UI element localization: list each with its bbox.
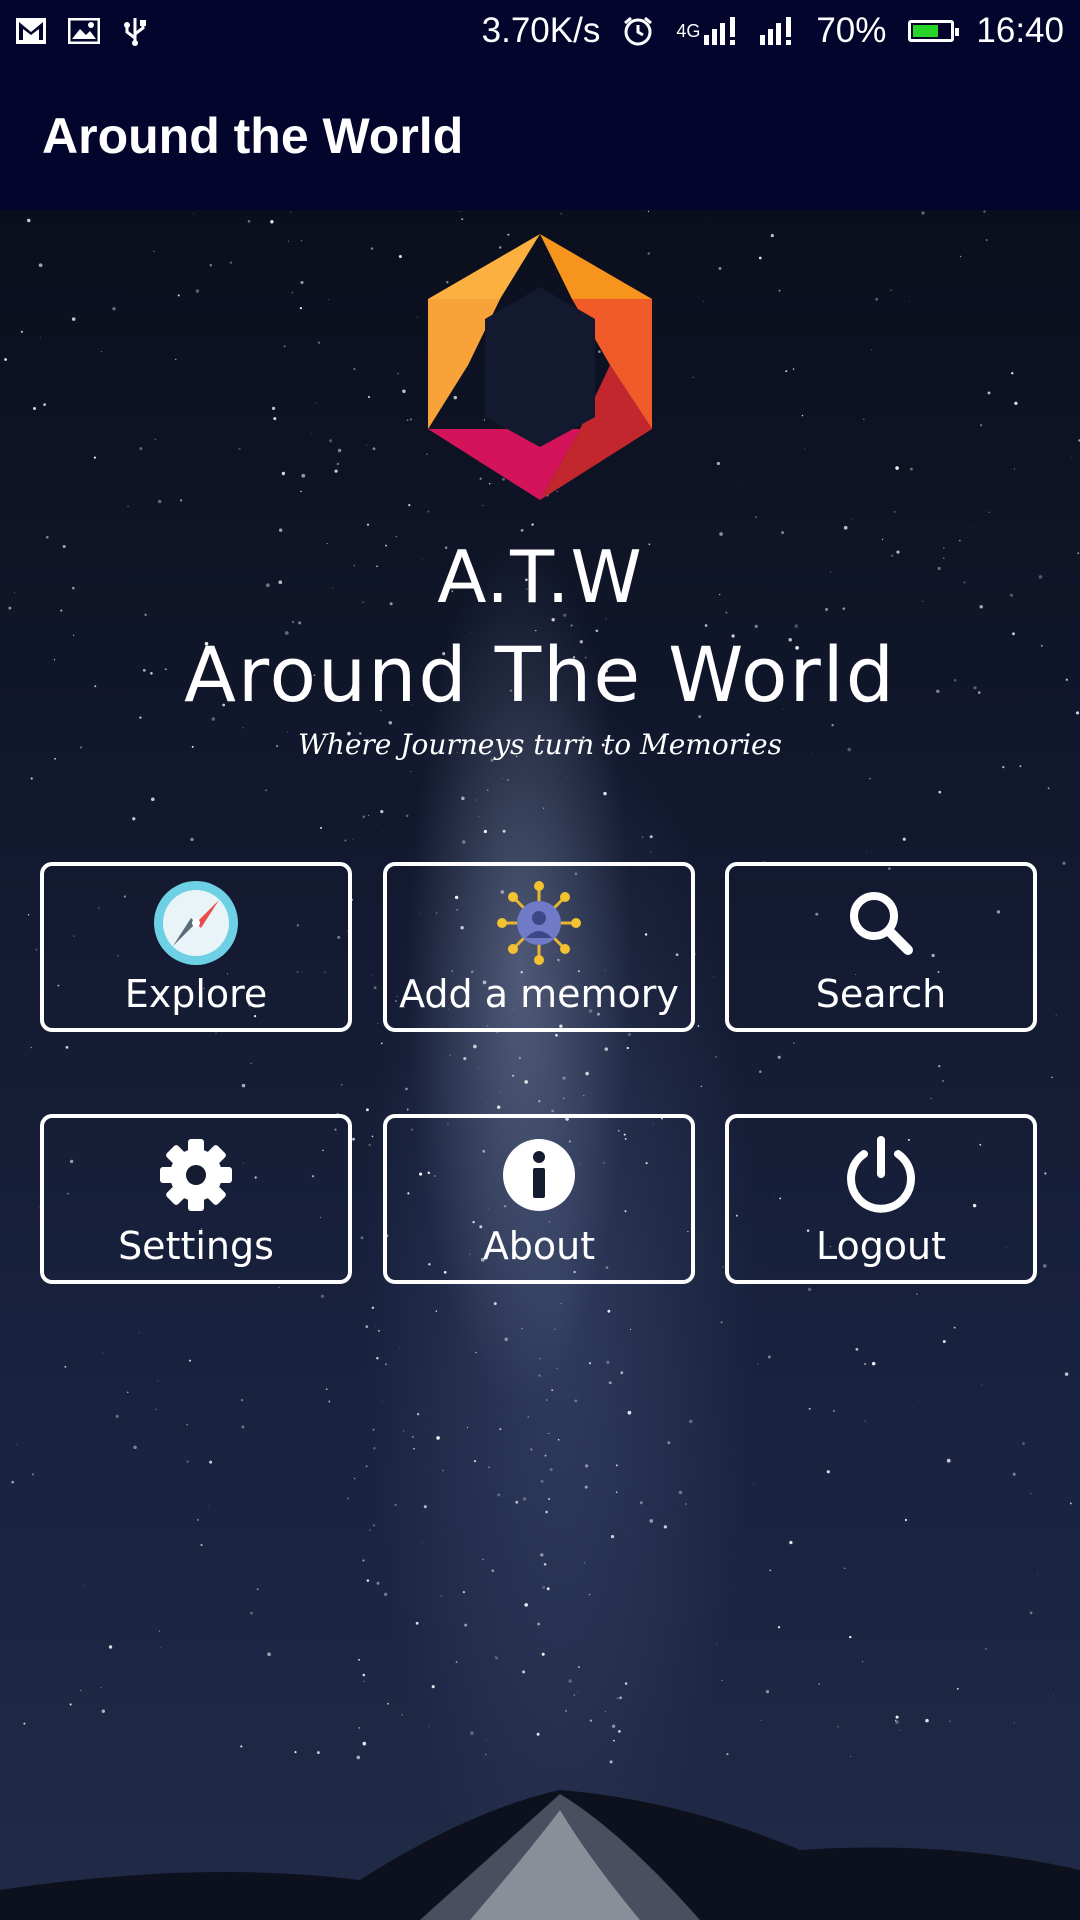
app-full-name: Around The World xyxy=(183,630,897,719)
logout-label: Logout xyxy=(815,1224,947,1268)
settings-label: Settings xyxy=(118,1224,274,1268)
clock: 16:40 xyxy=(976,11,1064,50)
signal-icon xyxy=(704,17,736,45)
battery-percent: 70% xyxy=(816,11,887,50)
info-icon xyxy=(503,1139,575,1211)
search-button[interactable]: Search xyxy=(725,862,1037,1032)
alarm-icon xyxy=(624,16,653,46)
system-indicators: 3.70K/s 4G 70% 16:40 xyxy=(482,11,1064,51)
explore-button[interactable]: Explore xyxy=(40,862,352,1032)
gear-icon xyxy=(160,1139,232,1211)
battery-icon xyxy=(908,20,960,42)
power-icon xyxy=(847,1136,915,1213)
notification-icons xyxy=(16,16,148,46)
gallery-icon xyxy=(68,18,100,44)
network-speed: 3.70K/s xyxy=(481,11,601,50)
add-memory-label: Add a memory xyxy=(399,972,679,1016)
settings-button[interactable]: Settings xyxy=(40,1114,352,1284)
about-label: About xyxy=(482,1224,596,1268)
logout-button[interactable]: Logout xyxy=(725,1114,1037,1284)
signal-group: 4G xyxy=(676,17,738,45)
signal-icon xyxy=(760,17,792,45)
app-tagline: Where Journeys turn to Memories xyxy=(298,728,782,761)
usb-icon xyxy=(124,18,146,46)
search-label: Search xyxy=(815,972,947,1016)
desert-dune xyxy=(0,1790,1080,1920)
explore-label: Explore xyxy=(124,972,268,1016)
add-memory-button[interactable]: Add a memory xyxy=(383,862,695,1032)
app-title: Around the World xyxy=(42,108,464,164)
app-short-name: A.T.W xyxy=(437,535,643,619)
add-memory-icon xyxy=(497,881,581,965)
status-bar: 3.70K/s 4G 70% 16:40 xyxy=(0,0,1080,62)
app-bar: Around the World xyxy=(0,62,1080,210)
gmail-icon xyxy=(16,18,46,44)
network-type: 4G xyxy=(676,20,701,41)
search-icon xyxy=(850,892,913,955)
app-logo xyxy=(428,234,652,500)
about-button[interactable]: About xyxy=(383,1114,695,1284)
compass-icon xyxy=(154,881,238,965)
